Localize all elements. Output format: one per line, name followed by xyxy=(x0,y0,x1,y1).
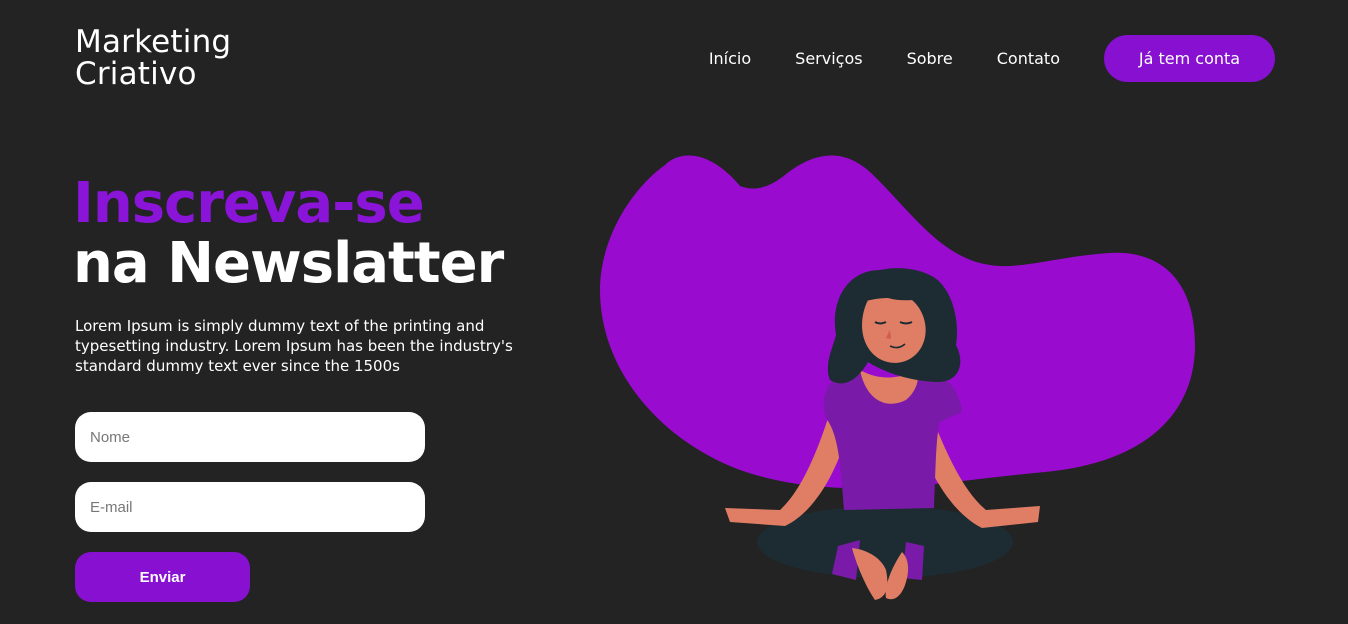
hero-description: Lorem Ipsum is simply dummy text of the … xyxy=(75,317,513,375)
nav-item-inicio[interactable]: Início xyxy=(709,49,751,68)
hero-title-accent: Inscreva-se xyxy=(73,171,425,236)
login-button[interactable]: Já tem conta xyxy=(1104,35,1275,82)
name-input[interactable] xyxy=(75,412,425,462)
brand-line-1: Marketing xyxy=(75,24,232,60)
submit-button[interactable]: Enviar xyxy=(75,552,250,602)
main-nav: Início Serviços Sobre Contato Já tem con… xyxy=(709,35,1275,82)
brand-line-2: Criativo xyxy=(75,56,197,92)
nav-item-servicos[interactable]: Serviços xyxy=(795,49,862,68)
brand-logo[interactable]: Marketing Criativo xyxy=(75,26,231,90)
meditating-woman-illustration xyxy=(600,155,1195,600)
email-input[interactable] xyxy=(75,482,425,532)
nav-item-contato[interactable]: Contato xyxy=(997,49,1060,68)
hero-title: Inscreva-se na Newslatter xyxy=(73,171,504,296)
nav-item-sobre[interactable]: Sobre xyxy=(907,49,953,68)
hero-title-rest: na Newslatter xyxy=(73,231,504,296)
